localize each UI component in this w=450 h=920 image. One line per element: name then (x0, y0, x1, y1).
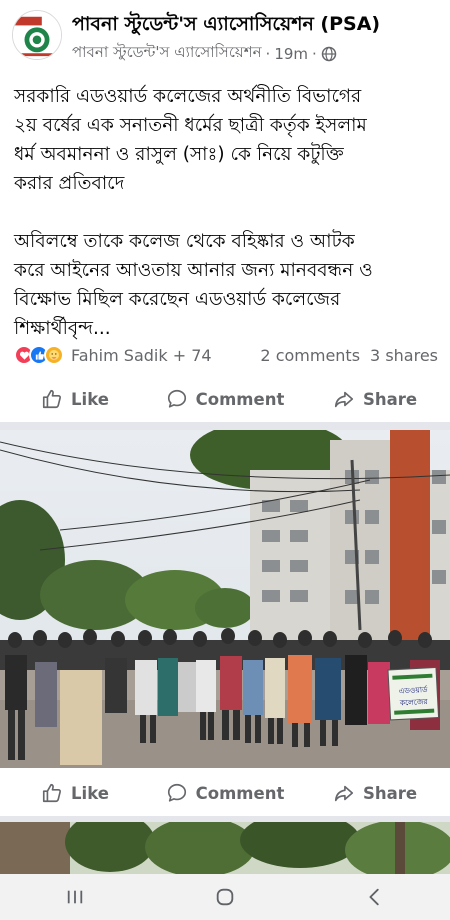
system-nav-bar (0, 874, 450, 920)
comment-button[interactable]: Comment (150, 782, 300, 804)
sub-name[interactable]: পাবনা স্টুডেন্ট'স এ্যাসোসিয়েশন (72, 41, 262, 66)
share-button[interactable]: Share (300, 388, 450, 410)
comment-icon (167, 389, 186, 408)
post-time[interactable]: 19m (274, 45, 308, 63)
share-icon (334, 785, 354, 802)
divider (0, 422, 450, 430)
banner-text-1: এডওয়ার্ড (398, 685, 428, 696)
meta-separator: · (265, 44, 271, 63)
comment-label: Comment (195, 389, 285, 409)
thumbs-up-icon (42, 389, 62, 409)
meta-separator: · (312, 44, 317, 63)
next-post-photo[interactable] (0, 822, 450, 874)
care-icon (44, 345, 64, 365)
engagement-counts: 2 comments 3 shares (260, 346, 438, 365)
post-photo[interactable]: এডওয়ার্ড কলেজের (0, 430, 450, 768)
post-actions: Like Comment Share (0, 376, 450, 422)
share-button[interactable]: Share (300, 782, 450, 804)
page-avatar[interactable] (12, 10, 62, 60)
comment-button[interactable]: Comment (150, 388, 300, 410)
like-button[interactable]: Like (0, 388, 150, 410)
photo-actions: Like Comment Share (0, 770, 450, 816)
back-icon[interactable] (355, 882, 395, 912)
page-logo-icon (13, 11, 61, 59)
banner-text-2: কলেজের (399, 697, 429, 708)
reactors-text[interactable]: Fahim Sadik + 74 (71, 346, 212, 365)
shares-count[interactable]: 3 shares (370, 346, 438, 365)
globe-icon (321, 46, 337, 62)
share-label: Share (362, 389, 418, 409)
recents-icon[interactable] (55, 882, 95, 912)
share-label: Share (362, 783, 418, 803)
like-button[interactable]: Like (0, 782, 150, 804)
comment-icon (167, 783, 186, 802)
thumbs-up-icon (42, 783, 62, 803)
post-header: পাবনা স্টুডেন্ট'স এ্যাসোসিয়েশন (PSA) পা… (0, 0, 450, 70)
home-icon[interactable] (205, 882, 245, 912)
share-icon (334, 391, 354, 408)
comments-count[interactable]: 2 comments (260, 346, 360, 365)
comment-label: Comment (195, 783, 285, 803)
post-meta: পাবনা স্টুডেন্ট'স এ্যাসোসিয়েশন · 19m · (72, 41, 337, 66)
reactions-row: Fahim Sadik + 74 2 comments 3 shares (14, 342, 438, 368)
like-label: Like (71, 783, 109, 803)
post-text: সরকারি এডওয়ার্ড কলেজের অর্থনীতি বিভাগের… (14, 86, 373, 339)
reaction-icons[interactable] (14, 345, 64, 365)
like-label: Like (71, 389, 109, 409)
page-name[interactable]: পাবনা স্টুডেন্ট'স এ্যাসোসিয়েশন (PSA) (72, 10, 380, 42)
